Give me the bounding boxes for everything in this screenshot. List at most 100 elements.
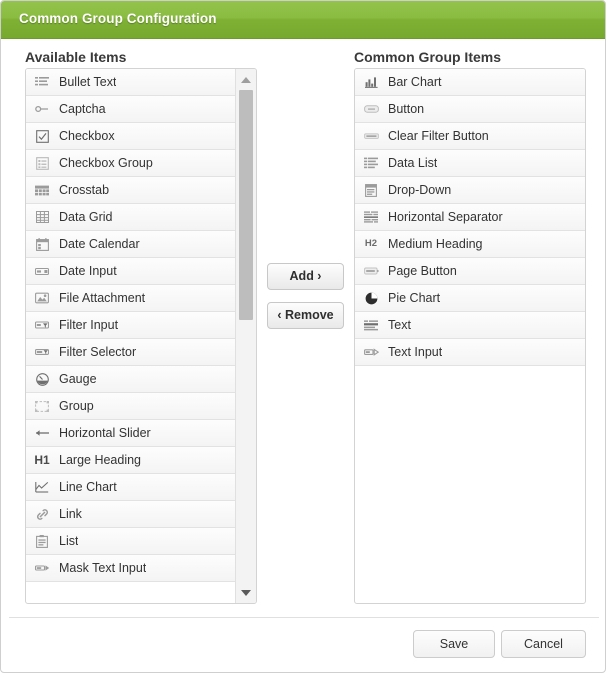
- checkbox-group-icon: [32, 154, 52, 172]
- list-item-label: Drop-Down: [388, 183, 452, 197]
- list-item-label: Text: [388, 318, 411, 332]
- dialog-title: Common Group Configuration: [19, 11, 217, 26]
- list-item-label: Large Heading: [59, 453, 142, 467]
- horizontal-slider-icon: [32, 424, 52, 442]
- list-item-label: Mask Text Input: [59, 561, 147, 575]
- remove-button[interactable]: ‹ Remove: [267, 302, 344, 329]
- list-item[interactable]: List: [26, 528, 235, 555]
- transfer-buttons: Add › ‹ Remove: [267, 263, 344, 341]
- text-icon: [361, 316, 381, 334]
- list-item-label: Date Input: [59, 264, 117, 278]
- list-item[interactable]: H1 Large Heading: [26, 447, 235, 474]
- date-calendar-icon: [32, 235, 52, 253]
- page-button-icon: [361, 262, 381, 280]
- scroll-down-arrow-icon[interactable]: [236, 584, 256, 601]
- list-item-label: Bullet Text: [59, 75, 117, 89]
- line-chart-icon: [32, 478, 52, 496]
- list-item-label: Horizontal Slider: [59, 426, 151, 440]
- list-item-label: Filter Selector: [59, 345, 137, 359]
- list-item[interactable]: Text: [355, 312, 585, 339]
- clear-filter-button-icon: [361, 127, 381, 145]
- list-item[interactable]: Line Chart: [26, 474, 235, 501]
- list-item-label: Text Input: [388, 345, 443, 359]
- bar-chart-icon: [361, 73, 381, 91]
- link-icon: [32, 505, 52, 523]
- available-items-header: Available Items: [25, 49, 127, 65]
- list-item-label: Checkbox: [59, 129, 115, 143]
- cancel-button[interactable]: Cancel: [501, 630, 586, 658]
- checkbox-icon: [32, 127, 52, 145]
- list-item[interactable]: H2 Medium Heading: [355, 231, 585, 258]
- bullet-text-icon: [32, 73, 52, 91]
- list-item[interactable]: Bullet Text: [26, 69, 235, 96]
- captcha-icon: [32, 100, 52, 118]
- list-item-label: Link: [59, 507, 82, 521]
- common-group-configuration-dialog: Common Group Configuration Available Ite…: [0, 0, 606, 673]
- list-item[interactable]: Captcha: [26, 96, 235, 123]
- common-group-items-header: Common Group Items: [354, 49, 502, 65]
- scroll-up-arrow-icon[interactable]: [236, 71, 256, 88]
- list-item-label: Pie Chart: [388, 291, 441, 305]
- available-items-listbox[interactable]: Bullet Text Captcha Checkbox Checkbox Gro…: [25, 68, 257, 604]
- list-item-label: Clear Filter Button: [388, 129, 489, 143]
- list-item[interactable]: Text Input: [355, 339, 585, 366]
- list-item-label: Group: [59, 399, 94, 413]
- filter-selector-icon: [32, 343, 52, 361]
- list-item[interactable]: Checkbox: [26, 123, 235, 150]
- gauge-icon: [32, 370, 52, 388]
- list-item[interactable]: Checkbox Group: [26, 150, 235, 177]
- list-item[interactable]: Pie Chart: [355, 285, 585, 312]
- common-group-items-listbox[interactable]: Bar Chart Button Clear Filter Button Dat…: [354, 68, 586, 604]
- list-item-label: Captcha: [59, 102, 106, 116]
- list-item[interactable]: Date Input: [26, 258, 235, 285]
- list-item[interactable]: Date Calendar: [26, 231, 235, 258]
- list-item-label: File Attachment: [59, 291, 146, 305]
- group-icon: [32, 397, 52, 415]
- filter-input-icon: [32, 316, 52, 334]
- data-grid-icon: [32, 208, 52, 226]
- list-item-label: List: [59, 534, 79, 548]
- file-attachment-icon: [32, 289, 52, 307]
- list-item-label: Crosstab: [59, 183, 110, 197]
- common-group-items-list: Bar Chart Button Clear Filter Button Dat…: [355, 69, 585, 603]
- list-item-label: Horizontal Separator: [388, 210, 503, 224]
- list-item-label: Medium Heading: [388, 237, 483, 251]
- list-item[interactable]: Mask Text Input: [26, 555, 235, 582]
- available-items-scrollbar[interactable]: [235, 69, 256, 603]
- list-item[interactable]: Horizontal Separator: [355, 204, 585, 231]
- save-button[interactable]: Save: [413, 630, 495, 658]
- list-item[interactable]: Horizontal Slider: [26, 420, 235, 447]
- pie-chart-icon: [361, 289, 381, 307]
- dialog-titlebar: Common Group Configuration: [1, 1, 605, 39]
- list-item-label: Date Calendar: [59, 237, 140, 251]
- list-item-label: Gauge: [59, 372, 97, 386]
- list-item-label: Page Button: [388, 264, 457, 278]
- list-item-label: Data List: [388, 156, 438, 170]
- add-button[interactable]: Add ›: [267, 263, 344, 290]
- list-item[interactable]: Filter Input: [26, 312, 235, 339]
- drop-down-icon: [361, 181, 381, 199]
- list-item[interactable]: Drop-Down: [355, 177, 585, 204]
- list-item[interactable]: Filter Selector: [26, 339, 235, 366]
- list-item[interactable]: File Attachment: [26, 285, 235, 312]
- list-item-label: Data Grid: [59, 210, 113, 224]
- list-item[interactable]: Group: [26, 393, 235, 420]
- list-item[interactable]: Data Grid: [26, 204, 235, 231]
- scrollbar-thumb[interactable]: [239, 90, 253, 320]
- list-item-label: Bar Chart: [388, 75, 442, 89]
- list-item[interactable]: Button: [355, 96, 585, 123]
- list-item[interactable]: Page Button: [355, 258, 585, 285]
- list-icon: [32, 532, 52, 550]
- list-item[interactable]: Bar Chart: [355, 69, 585, 96]
- list-item[interactable]: Data List: [355, 150, 585, 177]
- list-item[interactable]: Crosstab: [26, 177, 235, 204]
- list-item-label: Checkbox Group: [59, 156, 153, 170]
- list-item-label: Filter Input: [59, 318, 119, 332]
- h2-icon: H2: [364, 238, 378, 250]
- list-item[interactable]: Gauge: [26, 366, 235, 393]
- list-item[interactable]: Clear Filter Button: [355, 123, 585, 150]
- list-item[interactable]: Link: [26, 501, 235, 528]
- text-input-icon: [361, 343, 381, 361]
- date-input-icon: [32, 262, 52, 280]
- list-item-label: Line Chart: [59, 480, 117, 494]
